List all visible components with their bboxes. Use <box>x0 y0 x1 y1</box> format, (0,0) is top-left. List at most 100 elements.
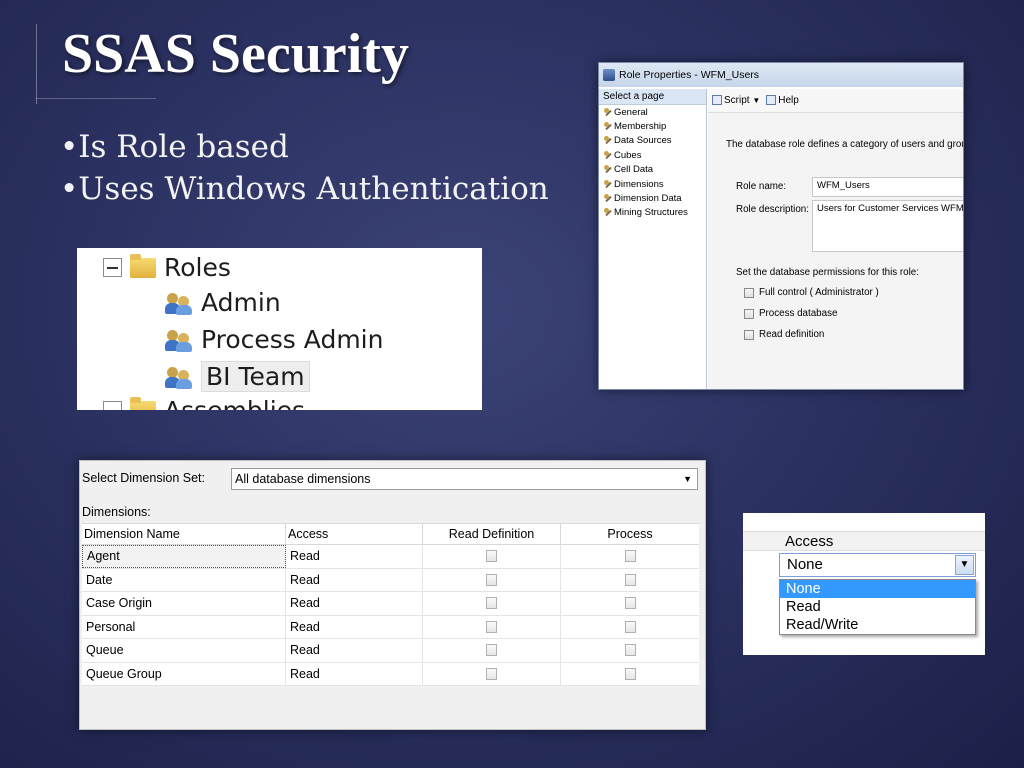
access-cell[interactable]: Read <box>286 545 423 568</box>
dimension-name-cell[interactable]: Queue <box>82 639 286 662</box>
column-header[interactable]: Dimension Name <box>82 524 286 544</box>
role-description-field[interactable]: Users for Customer Services WFM <box>812 200 963 252</box>
role-users-icon <box>165 328 193 352</box>
read-definition-checkbox[interactable] <box>486 620 497 633</box>
access-cell[interactable]: Read <box>286 592 423 615</box>
access-select[interactable]: None ▼ <box>779 553 976 577</box>
access-option-none[interactable]: None <box>780 580 975 598</box>
tree-node-role[interactable]: Process Admin <box>165 325 383 354</box>
dimension-name-cell[interactable]: Agent <box>82 545 286 568</box>
role-properties-window: Role Properties - WFM_Users Select a pag… <box>598 62 964 390</box>
window-title: Role Properties - WFM_Users <box>619 69 760 81</box>
full-control-checkbox-row[interactable]: Full control ( Administrator ) <box>744 287 879 298</box>
dimension-name-cell[interactable]: Date <box>82 568 286 591</box>
read-definition-checkbox[interactable] <box>486 597 497 610</box>
table-row[interactable]: Agent Read <box>82 545 699 569</box>
read-definition-checkbox[interactable] <box>486 644 497 657</box>
role-name-label: Role name: <box>736 181 787 192</box>
page-item-membership[interactable]: Membership <box>599 119 706 133</box>
access-option-read-write[interactable]: Read/Write <box>780 616 975 634</box>
read-definition-cell <box>423 568 561 591</box>
access-option-read[interactable]: Read <box>780 598 975 616</box>
role-users-icon <box>165 365 193 389</box>
script-icon <box>712 95 722 106</box>
read-definition-cell <box>423 545 561 568</box>
bullet-item: Uses Windows Authentication <box>60 168 548 210</box>
tree-node-role[interactable]: Admin <box>165 288 281 317</box>
decorative-corner-line <box>36 24 46 104</box>
process-checkbox[interactable] <box>624 620 636 633</box>
table-row[interactable]: Personal Read <box>82 615 699 639</box>
script-button[interactable]: Script ▼ <box>712 95 760 106</box>
access-cell[interactable]: Read <box>286 568 423 591</box>
column-header[interactable]: Process <box>561 524 699 544</box>
process-cell <box>561 639 699 662</box>
table-row[interactable]: Queue Read <box>82 639 699 663</box>
process-checkbox[interactable] <box>624 550 636 563</box>
read-definition-checkbox-row[interactable]: Read definition <box>744 329 824 340</box>
wrench-icon <box>604 107 612 117</box>
process-database-checkbox-row[interactable]: Process database <box>744 308 837 319</box>
read-definition-checkbox[interactable] <box>486 667 497 680</box>
page-item-cell-data[interactable]: Cell Data <box>599 163 706 177</box>
wrench-icon <box>604 136 612 145</box>
page-item-cubes[interactable]: Cubes <box>599 148 706 162</box>
process-checkbox[interactable] <box>624 667 636 680</box>
chevron-down-icon: ▼ <box>683 474 692 484</box>
read-definition-checkbox[interactable] <box>744 329 754 340</box>
full-control-checkbox[interactable] <box>744 287 754 298</box>
dimensions-table: Dimension Name Access Read Definition Pr… <box>82 523 699 686</box>
table-row[interactable]: Date Read <box>82 568 699 592</box>
read-definition-checkbox[interactable] <box>486 573 497 586</box>
process-checkbox[interactable] <box>624 573 636 586</box>
process-checkbox[interactable] <box>624 644 636 657</box>
permissions-label: Set the database permissions for this ro… <box>736 267 919 278</box>
page-item-general[interactable]: General <box>599 105 706 119</box>
read-definition-cell <box>423 592 561 615</box>
wrench-icon <box>604 150 612 160</box>
wrench-icon <box>604 122 612 131</box>
role-users-icon <box>165 291 193 315</box>
read-definition-cell <box>423 615 561 638</box>
column-header[interactable]: Access <box>286 524 423 544</box>
tree-node-roles[interactable]: Roles <box>103 253 231 282</box>
access-cell[interactable]: Read <box>286 615 423 638</box>
role-name-field[interactable]: WFM_Users <box>812 177 963 197</box>
dimension-name-cell[interactable]: Queue Group <box>82 662 286 685</box>
access-dropdown-panel: Access None ▼ None Read Read/Write <box>743 513 985 655</box>
process-checkbox[interactable] <box>624 597 636 610</box>
expand-icon[interactable] <box>103 401 122 410</box>
process-cell <box>561 569 699 592</box>
page-item-dimension-data[interactable]: Dimension Data <box>599 191 706 205</box>
process-cell <box>561 616 699 639</box>
process-database-checkbox[interactable] <box>744 308 754 319</box>
page-item-data-sources[interactable]: Data Sources <box>599 134 706 148</box>
tree-node-role-selected[interactable]: BI Team <box>165 361 310 392</box>
tree-node-assemblies[interactable]: Assemblies <box>103 396 305 410</box>
window-titlebar: Role Properties - WFM_Users <box>599 63 963 87</box>
general-page-pane: Script ▼ Help The database role defines … <box>708 89 963 389</box>
dimensions-permissions-panel: Select Dimension Set: All database dimen… <box>79 460 706 730</box>
dimension-name-cell[interactable]: Personal <box>82 615 286 638</box>
column-header[interactable]: Read Definition <box>423 524 561 544</box>
help-button[interactable]: Help <box>766 95 799 106</box>
dropdown-arrow-icon[interactable]: ▼ <box>955 555 974 575</box>
collapse-icon[interactable] <box>103 258 122 277</box>
access-cell[interactable]: Read <box>286 662 423 685</box>
page-item-mining-structures[interactable]: Mining Structures <box>599 206 706 220</box>
access-cell[interactable]: Read <box>286 639 423 662</box>
table-row[interactable]: Queue Group Read <box>82 662 699 686</box>
access-column-header: Access <box>743 531 985 551</box>
chevron-down-icon: ▼ <box>752 96 761 105</box>
page-item-dimensions[interactable]: Dimensions <box>599 177 706 191</box>
bullet-item: Is Role based <box>60 126 549 168</box>
role-properties-icon <box>603 69 615 81</box>
dimension-name-cell[interactable]: Case Origin <box>82 592 286 615</box>
dimension-set-select[interactable]: All database dimensions ▼ <box>231 468 698 490</box>
page-selector-pane: Select a page General Membership Data So… <box>599 89 707 389</box>
process-cell <box>561 592 699 615</box>
read-definition-checkbox[interactable] <box>486 550 497 563</box>
roles-tree-view: Roles Admin Process Admin BI Team As <box>77 248 482 410</box>
select-page-header: Select a page <box>599 89 706 105</box>
table-row[interactable]: Case Origin Read <box>82 592 699 616</box>
